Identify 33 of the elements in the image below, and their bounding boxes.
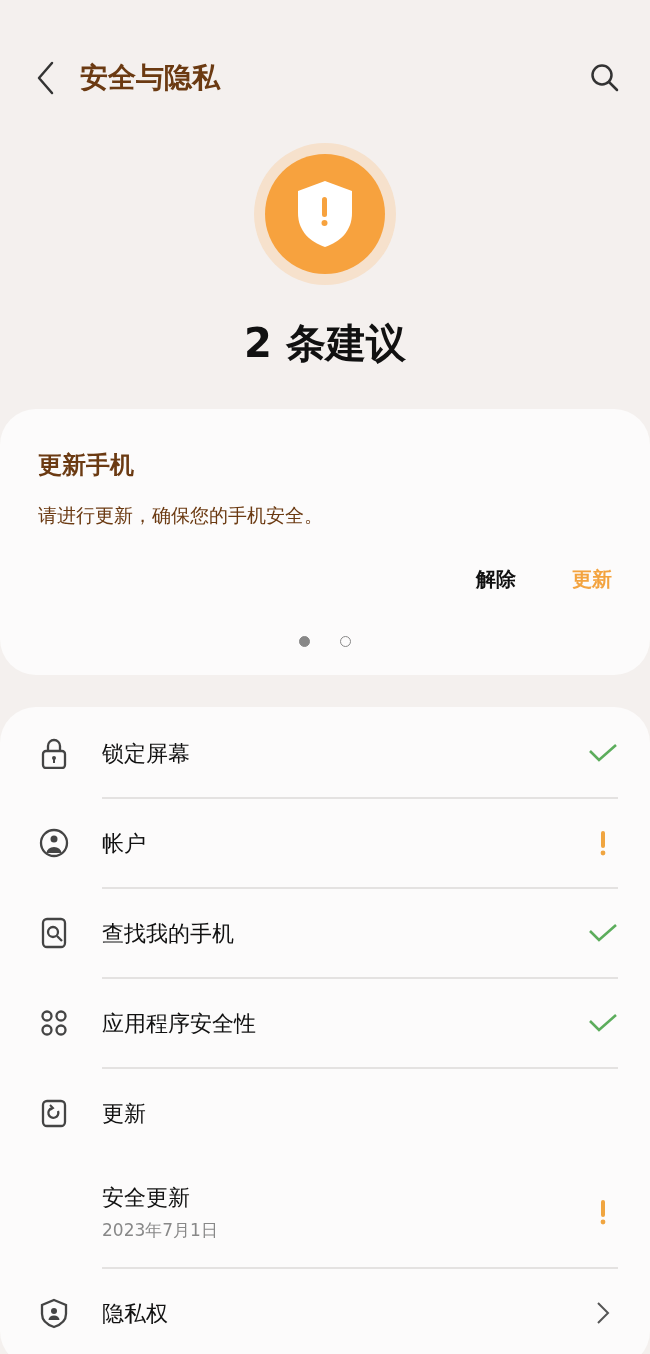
settings-item[interactable]: 帐户: [0, 799, 650, 887]
item-title: 锁定屏幕: [102, 739, 191, 768]
check-icon: [588, 1012, 618, 1034]
warning-icon: [599, 1199, 607, 1225]
chevron-icon: [596, 1301, 610, 1325]
settings-item[interactable]: 锁定屏幕: [0, 709, 650, 797]
check-icon: [588, 742, 618, 764]
settings-item[interactable]: 隐私权: [0, 1269, 650, 1354]
item-title: 更新: [102, 1099, 147, 1128]
item-title: 查找我的手机: [102, 919, 235, 948]
check-icon: [588, 922, 618, 944]
warning-icon: [599, 830, 607, 856]
settings-item[interactable]: 查找我的手机: [0, 889, 650, 977]
summary-title: 2 条建议: [243, 319, 407, 368]
settings-item[interactable]: 更新: [0, 1069, 650, 1157]
item-title: 安全更新: [102, 1183, 191, 1212]
item-title: 隐私权: [102, 1299, 169, 1328]
apps-icon: [38, 1007, 70, 1039]
back-icon[interactable]: [36, 60, 56, 95]
settings-item[interactable]: 安全更新 2023年7月1日: [0, 1157, 650, 1267]
shield-icon: [38, 1297, 70, 1329]
card-title: 更新手机: [38, 450, 135, 481]
page-title: 安全与隐私: [80, 59, 220, 96]
item-title: 帐户: [102, 829, 147, 858]
page-dot[interactable]: [299, 635, 310, 647]
settings-item[interactable]: 应用程序安全性: [0, 979, 650, 1067]
shield-icon: [296, 179, 354, 249]
card-message: 请进行更新，确保您的手机安全。: [38, 503, 324, 528]
account-icon: [38, 827, 70, 859]
item-date: 2023年7月1日: [102, 1218, 219, 1242]
item-title: 应用程序安全性: [102, 1009, 257, 1038]
dismiss-button[interactable]: 解除: [476, 559, 516, 598]
search-icon[interactable]: [590, 62, 620, 93]
